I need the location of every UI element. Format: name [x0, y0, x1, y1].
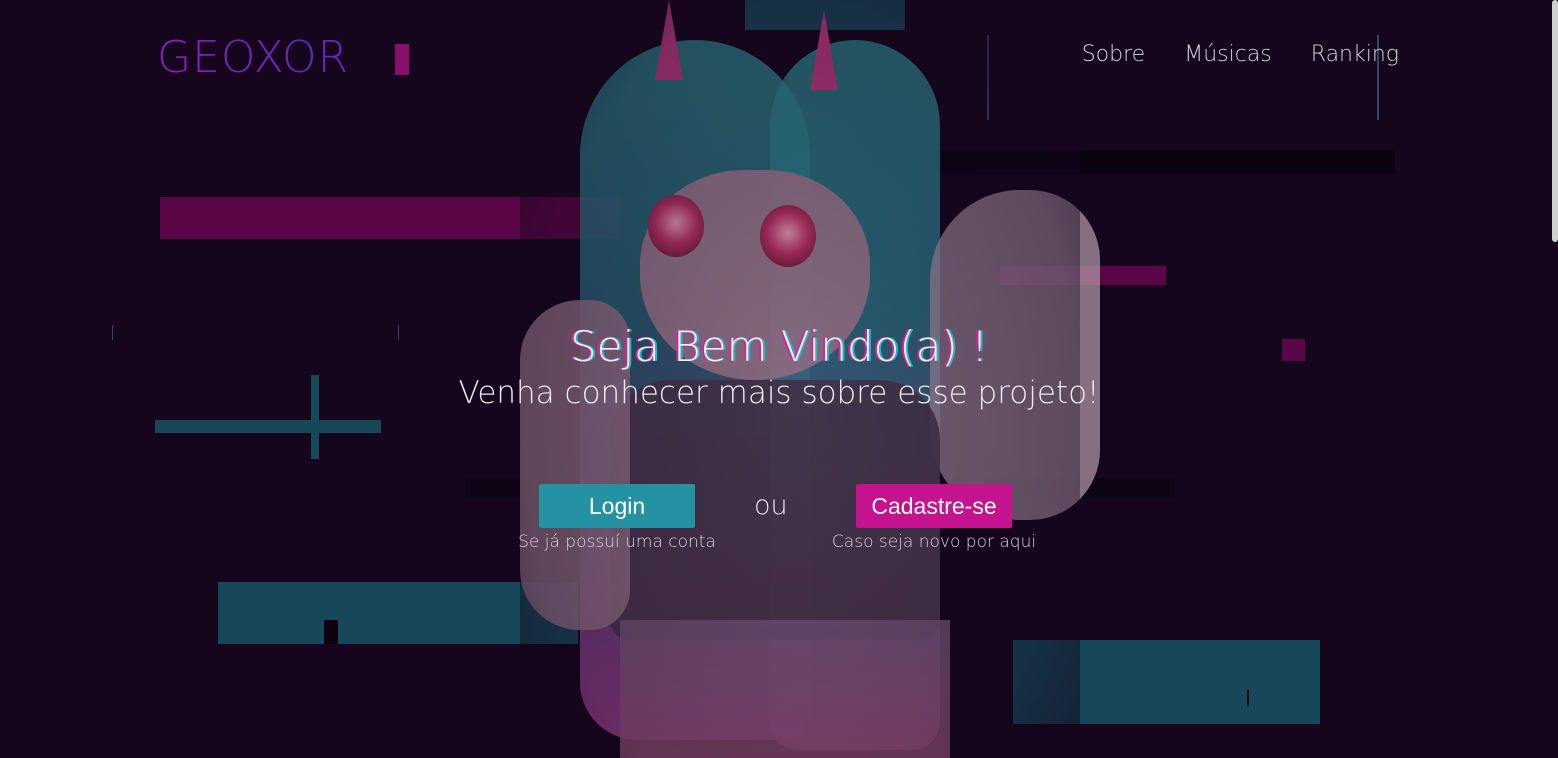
nav-link-musicas[interactable]: Músicas — [1184, 42, 1272, 67]
hero-section: Seja Bem Vindo(a) ! Venha conhecer mais … — [0, 322, 1558, 411]
decor-square — [395, 44, 409, 75]
landing-page: GEOXOR Sobre Músicas Ranking Seja Bem Vi… — [0, 0, 1558, 758]
signup-group: Cadastre-se Caso seja novo por aqui — [832, 484, 1036, 552]
main-nav: Sobre Músicas Ranking — [1082, 42, 1399, 67]
site-logo[interactable]: GEOXOR — [157, 32, 349, 83]
login-button[interactable]: Login — [539, 484, 695, 528]
nav-link-ranking[interactable]: Ranking — [1311, 42, 1399, 67]
hero-title: Seja Bem Vindo(a) ! — [569, 322, 988, 371]
signup-hint: Caso seja novo por aqui — [831, 532, 1037, 552]
decor-cross-h — [155, 420, 381, 433]
scrollbar[interactable] — [1552, 0, 1558, 242]
hero-subtitle: Venha conhecer mais sobre esse projeto! — [458, 375, 1100, 411]
auth-actions: Login Se já possuí uma conta ou Cadastre… — [0, 484, 1558, 564]
decor-notch — [324, 620, 338, 644]
login-hint: Se já possuí uma conta — [518, 532, 716, 552]
nav-link-sobre[interactable]: Sobre — [1082, 42, 1146, 67]
login-group: Login Se já possuí uma conta — [518, 484, 716, 552]
decor-line — [1247, 690, 1249, 706]
signup-button[interactable]: Cadastre-se — [856, 484, 1012, 528]
or-separator: ou — [754, 490, 788, 521]
